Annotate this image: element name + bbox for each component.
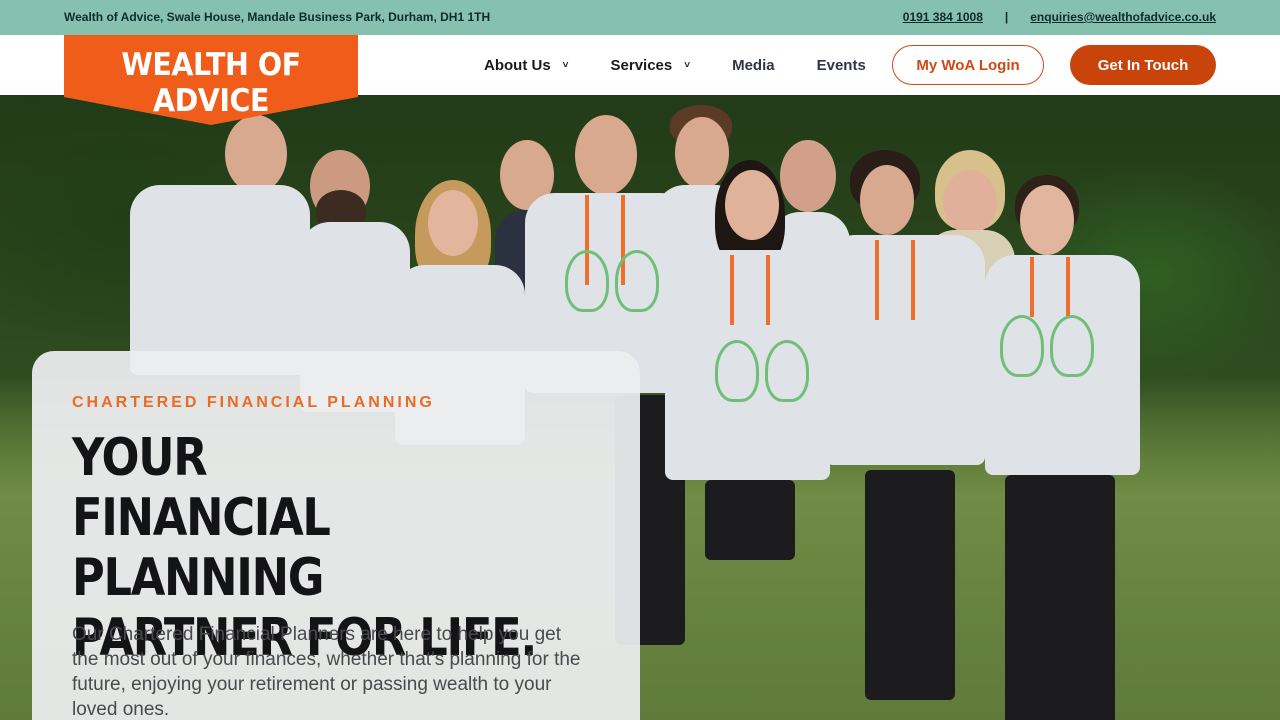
chevron-down-icon: ˅ bbox=[562, 59, 569, 71]
nav-item-label: About Us bbox=[484, 56, 551, 74]
email-link[interactable]: enquiries@wealthofadvice.co.uk bbox=[1030, 10, 1216, 24]
company-address: Wealth of Advice, Swale House, Mandale B… bbox=[64, 10, 491, 24]
nav-item-services[interactable]: Services ˅ bbox=[611, 57, 691, 74]
nav-item-label: Media bbox=[732, 56, 775, 74]
top-info-bar: Wealth of Advice, Swale House, Mandale B… bbox=[0, 0, 1280, 35]
site-logo[interactable]: WEALTH OF ADVICE bbox=[64, 35, 358, 125]
nav-item-about-us[interactable]: About Us ˅ bbox=[484, 57, 569, 74]
nav-item-events[interactable]: Events bbox=[817, 57, 866, 74]
nav-item-label: Services bbox=[610, 56, 673, 74]
logo-text: WEALTH OF ADVICE bbox=[121, 47, 301, 119]
phone-link[interactable]: 0191 384 1008 bbox=[903, 10, 983, 24]
contact-separator: | bbox=[1004, 10, 1009, 24]
nav-item-media[interactable]: Media bbox=[732, 57, 775, 74]
get-in-touch-button[interactable]: Get In Touch bbox=[1070, 45, 1216, 85]
hero-intro-text: Our Chartered Financial Planners are her… bbox=[72, 624, 581, 720]
headline-line-2: FINANCIAL PLANNING bbox=[72, 488, 331, 608]
headline-line-1: YOUR bbox=[72, 428, 208, 488]
hero-eyebrow: CHARTERED FINANCIAL PLANNING bbox=[72, 394, 435, 411]
main-nav: About Us ˅ Services ˅ Media Events bbox=[484, 35, 908, 95]
contact-links: 0191 384 1008 | enquiries@wealthofadvice… bbox=[903, 10, 1216, 24]
nav-item-label: Events bbox=[816, 56, 866, 74]
chevron-down-icon: ˅ bbox=[684, 59, 691, 71]
login-button[interactable]: My WoA Login bbox=[892, 45, 1044, 85]
